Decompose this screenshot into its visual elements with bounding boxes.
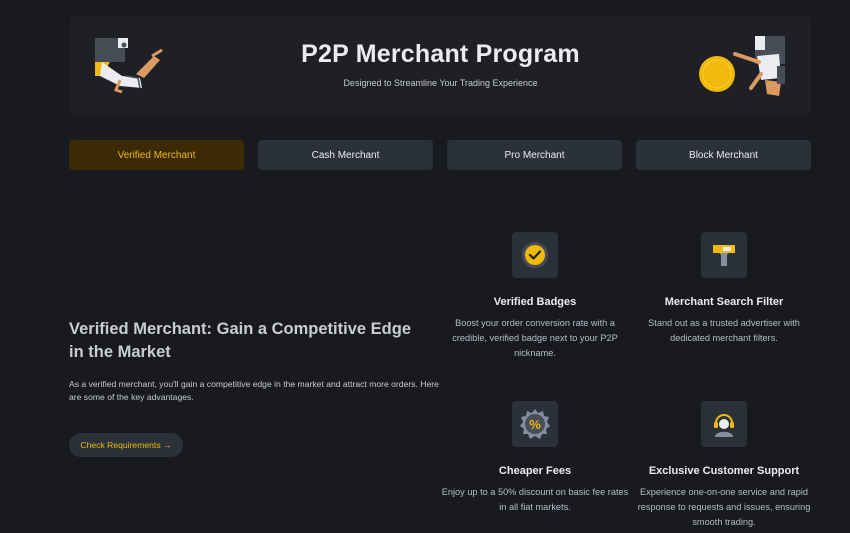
svg-text:%: %: [529, 417, 541, 432]
hero-banner: P2P Merchant Program Designed to Streaml…: [70, 16, 811, 116]
feature-verified-badges: Verified Badges Boost your order convers…: [440, 232, 630, 361]
tab-verified-merchant[interactable]: Verified Merchant: [69, 140, 244, 170]
section-description: As a verified merchant, you'll gain a co…: [69, 379, 439, 402]
merchant-tabs: Verified Merchant Cash Merchant Pro Merc…: [69, 140, 812, 170]
feature-description: Experience one-on-one service and rapid …: [637, 487, 811, 527]
verified-badge-icon: [512, 232, 558, 278]
tab-block-merchant[interactable]: Block Merchant: [636, 140, 811, 170]
feature-merchant-search-filter: Merchant Search Filter Stand out as a tr…: [629, 232, 819, 346]
feature-description: Stand out as a trusted advertiser with d…: [648, 318, 800, 343]
feature-title: Merchant Search Filter: [664, 296, 784, 308]
discount-icon: %: [512, 401, 558, 447]
feature-description: Enjoy up to a 50% discount on basic fee …: [441, 487, 629, 512]
feature-cheaper-fees: % Cheaper Fees Enjoy up to a 50% discoun…: [440, 401, 630, 515]
figure-right-illustration: [699, 36, 785, 96]
feature-title: Exclusive Customer Support: [648, 465, 800, 477]
check-requirements-button[interactable]: Check Requirements →: [69, 433, 183, 457]
tab-pro-merchant[interactable]: Pro Merchant: [447, 140, 622, 170]
feature-title: Cheaper Fees: [498, 465, 572, 477]
support-agent-icon: [701, 401, 747, 447]
feature-exclusive-support: Exclusive Customer Support Experience on…: [629, 401, 819, 530]
tab-cash-merchant[interactable]: Cash Merchant: [258, 140, 433, 170]
section-title: Verified Merchant: Gain a Competitive Ed…: [69, 320, 411, 361]
search-filter-icon: [701, 232, 747, 278]
feature-title: Verified Badges: [493, 296, 577, 308]
feature-description: Boost your order conversion rate with a …: [452, 318, 618, 358]
